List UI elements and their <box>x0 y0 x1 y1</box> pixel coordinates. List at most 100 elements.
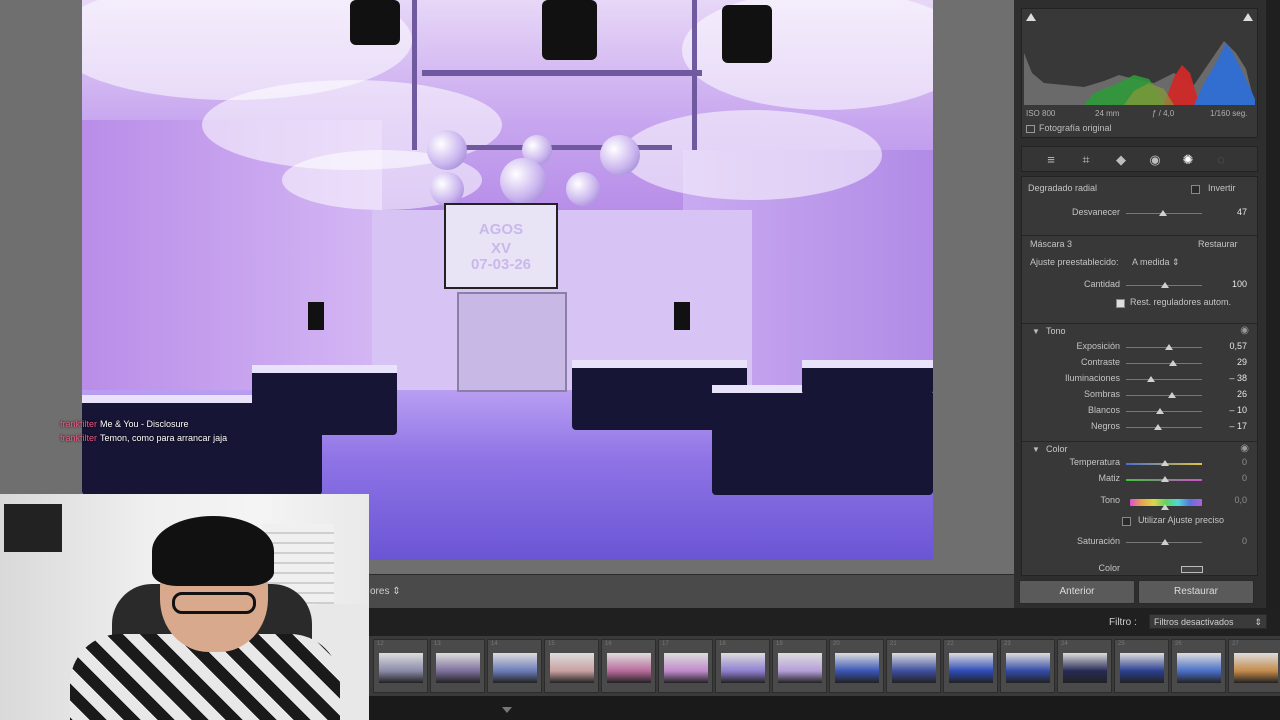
saturation-thumb[interactable] <box>1161 539 1169 545</box>
tone-slider-value[interactable]: – 10 <box>1217 405 1247 415</box>
eye-icon[interactable]: ◉ <box>1240 443 1249 454</box>
circle-icon[interactable]: ◌ <box>1212 151 1230 169</box>
glass-door <box>457 292 567 392</box>
filmstrip-frame[interactable]: 20 <box>829 639 884 693</box>
histogram[interactable]: ISO 800 24 mm ƒ / 4,0 1/160 seg. Fotogra… <box>1021 8 1258 138</box>
original-photo-toggle[interactable]: Fotografía original <box>1026 123 1112 133</box>
hue-label: Tono <box>1100 495 1120 505</box>
tone-slider-thumb[interactable] <box>1169 360 1178 366</box>
filter-select[interactable]: Filtros desactivados ⇕ <box>1149 614 1267 629</box>
mask-settings: Degradado radial Invertir Desvanecer 47 … <box>1021 176 1258 576</box>
tone-slider-label: Exposición <box>1076 341 1120 351</box>
previous-button[interactable]: Anterior <box>1019 580 1135 604</box>
mask-reset-link[interactable]: Restaurar <box>1198 239 1238 249</box>
tone-slider-thumb[interactable] <box>1156 408 1165 414</box>
tone-slider-value[interactable]: 0,57 <box>1217 341 1247 351</box>
sort-arrow-icon: ⇕ <box>392 586 401 597</box>
auto-reset-checkbox[interactable] <box>1116 299 1125 308</box>
tint-value[interactable]: 0 <box>1217 473 1247 483</box>
disco-ball <box>500 158 546 204</box>
shutter-speed: 1/160 seg. <box>1210 109 1248 118</box>
eraser-icon[interactable]: ◆ <box>1112 151 1130 169</box>
filmstrip-frame[interactable]: 14 <box>487 639 542 693</box>
feather-value[interactable]: 47 <box>1217 207 1247 217</box>
filmstrip-header: Filtro : Filtros desactivados ⇕ <box>369 608 1280 636</box>
filmstrip-frame[interactable]: 26 <box>1171 639 1226 693</box>
color-swatch[interactable] <box>1181 566 1203 573</box>
panel-scroll-strip[interactable] <box>1266 0 1280 608</box>
sort-menu[interactable]: ores ⇕ <box>370 586 401 597</box>
chat-message: frankfilter Temon, como para arrancar jaj… <box>60 431 227 445</box>
filmstrip-frame[interactable]: 19 <box>772 639 827 693</box>
table-group <box>712 385 933 495</box>
tone-slider-thumb[interactable] <box>1165 344 1174 350</box>
preset-select[interactable]: A medida ⇕ <box>1132 257 1180 268</box>
color-section-header[interactable]: ▼ Color ◉ <box>1022 441 1257 457</box>
filmstrip-frame[interactable]: 27 <box>1228 639 1280 693</box>
tone-slider-track[interactable] <box>1126 379 1202 380</box>
eye-icon[interactable]: ◉ <box>1240 325 1249 336</box>
stream-chat: frankfilter Me & You - Disclosure frankfi… <box>60 417 227 445</box>
sliders-icon[interactable]: ≡ <box>1042 151 1060 169</box>
filmstrip-toggle-icon[interactable] <box>502 707 512 713</box>
reset-button[interactable]: Restaurar <box>1138 580 1254 604</box>
streamer-hair <box>152 516 274 586</box>
frame-thumbnail <box>607 653 651 683</box>
auto-reset-row: Rest. reguladores autom. <box>1022 297 1257 311</box>
hue-thumb[interactable] <box>1161 504 1169 510</box>
filmstrip-frame[interactable]: 17 <box>658 639 713 693</box>
temperature-thumb[interactable] <box>1161 460 1169 466</box>
amount-thumb[interactable] <box>1161 282 1169 288</box>
tone-slider-value[interactable]: 26 <box>1217 389 1247 399</box>
glasses-icon <box>172 592 256 614</box>
hue-value[interactable]: 0,0 <box>1217 495 1247 505</box>
filmstrip: 12 13 14 15 16 17 18 19 20 21 22 23 24 25 26 27 <box>369 636 1280 696</box>
tone-slider-thumb[interactable] <box>1153 424 1162 430</box>
tone-slider-thumb[interactable] <box>1147 376 1156 382</box>
filmstrip-frame[interactable]: 23 <box>1000 639 1055 693</box>
tone-slider-track[interactable] <box>1126 363 1202 364</box>
saturation-label: Saturación <box>1076 536 1120 546</box>
feather-thumb[interactable] <box>1159 210 1167 216</box>
frame-thumbnail <box>778 653 822 683</box>
tone-slider-value[interactable]: 29 <box>1217 357 1247 367</box>
tone-slider-track[interactable] <box>1126 395 1202 396</box>
invert-label: Invertir <box>1208 183 1236 193</box>
tone-slider-value[interactable]: – 17 <box>1217 421 1247 431</box>
speaker <box>674 302 690 330</box>
filmstrip-frame[interactable]: 24 <box>1057 639 1112 693</box>
filmstrip-frame[interactable]: 21 <box>886 639 941 693</box>
hue-row: Tono 0,0 <box>1022 495 1257 510</box>
tone-section-header[interactable]: ▼ Tono ◉ <box>1022 323 1257 339</box>
invert-checkbox[interactable] <box>1191 185 1200 194</box>
saturation-value[interactable]: 0 <box>1217 536 1247 546</box>
filmstrip-frame[interactable]: 25 <box>1114 639 1169 693</box>
filmstrip-frame[interactable]: 15 <box>544 639 599 693</box>
fine-adjust-checkbox[interactable] <box>1122 517 1131 526</box>
color-title: Color <box>1046 444 1068 454</box>
crop-icon[interactable]: ⌗ <box>1077 151 1095 169</box>
amount-value[interactable]: 100 <box>1217 279 1247 289</box>
filmstrip-frame[interactable]: 18 <box>715 639 770 693</box>
temperature-value[interactable]: 0 <box>1217 457 1247 467</box>
redeye-icon[interactable]: ◉ <box>1146 151 1164 169</box>
frame-number: 17 <box>662 641 669 647</box>
tone-slider-thumb[interactable] <box>1168 392 1177 398</box>
feather-label: Desvanecer <box>1071 207 1120 217</box>
filmstrip-frame[interactable]: 22 <box>943 639 998 693</box>
event-hall-photo[interactable]: AGOS XV 07-03-26 <box>82 0 933 560</box>
tone-slider-value[interactable]: – 38 <box>1217 373 1247 383</box>
filmstrip-frame[interactable]: 12 <box>373 639 428 693</box>
tone-slider-label: Contraste <box>1080 357 1120 367</box>
color-swatch-row: Color <box>1022 563 1257 577</box>
tone-slider-track[interactable] <box>1126 347 1202 348</box>
screen-name: AGOS <box>478 221 524 238</box>
fine-adjust-row: Utilizar Ajuste preciso <box>1022 515 1257 529</box>
mask-icon[interactable]: ✺ <box>1179 151 1197 169</box>
tone-slider-track[interactable] <box>1126 427 1202 428</box>
frame-number: 27 <box>1232 641 1239 647</box>
filmstrip-frame[interactable]: 13 <box>430 639 485 693</box>
frame-number: 25 <box>1118 641 1125 647</box>
tint-thumb[interactable] <box>1161 476 1169 482</box>
filmstrip-frame[interactable]: 16 <box>601 639 656 693</box>
